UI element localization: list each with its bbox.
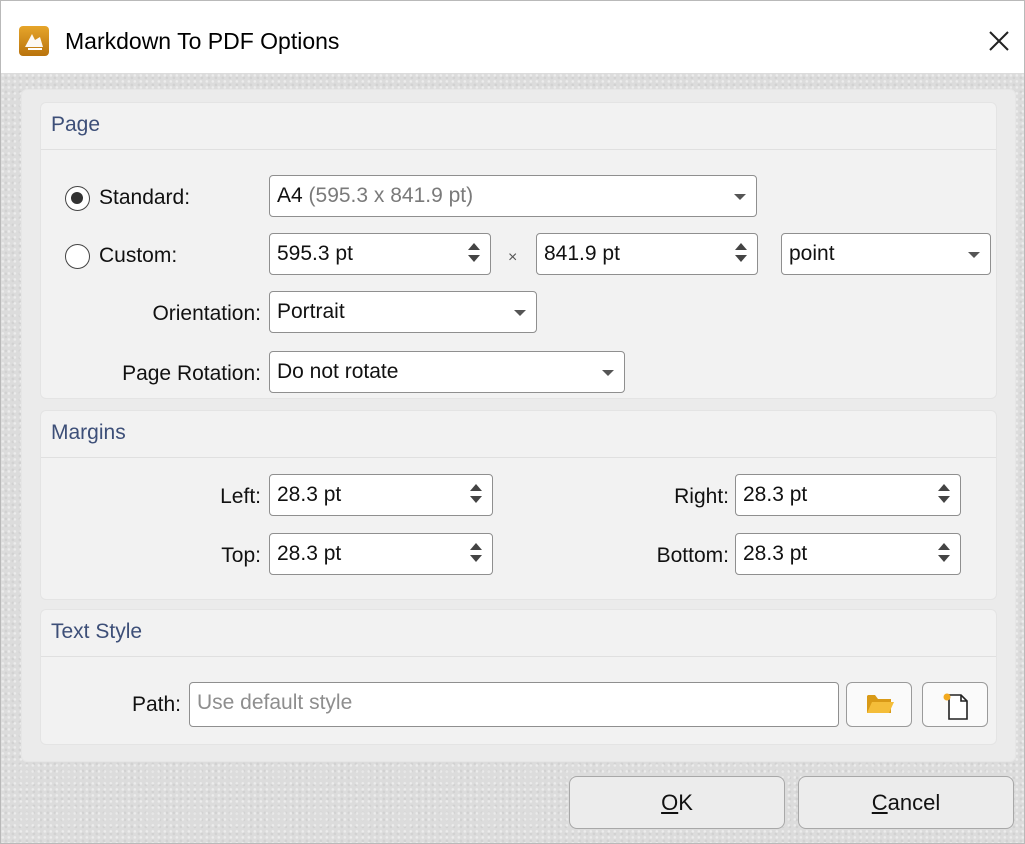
window-title: Markdown To PDF Options	[65, 28, 340, 54]
cancel-mnemonic: C	[871, 789, 888, 815]
dialog-body: Page Standard: A4 (595.3 x 841.9 pt) Cus…	[1, 73, 1024, 843]
style-path-placeholder: Use default style	[197, 691, 353, 714]
left-margin-value: 28.3 pt	[277, 483, 342, 506]
times-sign: ×	[508, 249, 518, 266]
text-style-group: Text Style Path: Use default style	[40, 609, 997, 745]
height-spinner-icon[interactable]	[735, 243, 747, 265]
markdown-to-pdf-options-dialog: Markdown To PDF Options Page Standard: A…	[0, 0, 1025, 844]
chevron-down-icon	[514, 310, 526, 316]
bottom-margin-label: Bottom:	[656, 544, 729, 567]
right-margin-label: Right:	[674, 485, 729, 508]
pdf-editor-app-icon	[19, 26, 49, 56]
standard-size-dropdown[interactable]: A4 (595.3 x 841.9 pt)	[269, 175, 757, 217]
chevron-down-icon	[734, 194, 746, 200]
left-margin-spinner-icon[interactable]	[470, 484, 482, 506]
right-margin-value: 28.3 pt	[743, 483, 808, 506]
standard-size-value: A4	[277, 184, 303, 207]
bottom-margin-value: 28.3 pt	[743, 542, 808, 565]
top-margin-input[interactable]: 28.3 pt	[269, 533, 493, 575]
cancel-button[interactable]: Cancel	[798, 776, 1014, 829]
custom-width-input[interactable]: 595.3 pt	[269, 233, 491, 275]
unit-value: point	[789, 242, 835, 265]
ok-button[interactable]: OK	[569, 776, 785, 829]
left-margin-input[interactable]: 28.3 pt	[269, 474, 493, 516]
custom-label[interactable]: Custom:	[99, 244, 177, 268]
width-spinner-icon[interactable]	[468, 243, 480, 265]
top-margin-value: 28.3 pt	[277, 542, 342, 565]
ok-mnemonic: O	[661, 789, 679, 815]
page-rotation-dropdown[interactable]: Do not rotate	[269, 351, 625, 393]
browse-style-button[interactable]	[846, 682, 912, 727]
text-style-group-title: Text Style	[51, 620, 143, 643]
unit-dropdown[interactable]: point	[781, 233, 991, 275]
custom-height-input[interactable]: 841.9 pt	[536, 233, 758, 275]
bottom-margin-input[interactable]: 28.3 pt	[735, 533, 961, 575]
style-path-input[interactable]: Use default style	[189, 682, 839, 727]
options-panel: Page Standard: A4 (595.3 x 841.9 pt) Cus…	[21, 89, 1016, 762]
orientation-value: Portrait	[277, 300, 345, 323]
path-label: Path:	[131, 693, 181, 716]
margins-group: Margins Left: 28.3 pt Right: 28.3 pt Top…	[40, 410, 997, 600]
new-style-button[interactable]	[922, 682, 988, 727]
close-icon	[989, 31, 1009, 51]
chevron-down-icon	[968, 252, 980, 258]
top-margin-spinner-icon[interactable]	[470, 543, 482, 565]
left-margin-label: Left:	[220, 485, 261, 508]
page-group: Page Standard: A4 (595.3 x 841.9 pt) Cus…	[40, 102, 997, 399]
page-rotation-value: Do not rotate	[277, 360, 399, 383]
title-bar: Markdown To PDF Options	[1, 1, 1024, 73]
new-file-icon	[943, 693, 968, 720]
standard-label[interactable]: Standard:	[99, 186, 190, 210]
standard-radio[interactable]	[65, 186, 90, 211]
page-rotation-label: Page Rotation:	[122, 362, 261, 385]
right-margin-input[interactable]: 28.3 pt	[735, 474, 961, 516]
custom-height-value: 841.9 pt	[544, 242, 620, 265]
bottom-margin-spinner-icon[interactable]	[938, 543, 950, 565]
custom-radio[interactable]	[65, 244, 90, 269]
custom-width-value: 595.3 pt	[277, 242, 353, 265]
ok-label-rest: K	[678, 789, 693, 815]
folder-open-icon	[867, 695, 894, 713]
standard-size-detail: (595.3 x 841.9 pt)	[308, 184, 474, 207]
right-margin-spinner-icon[interactable]	[938, 484, 950, 506]
chevron-down-icon	[602, 370, 614, 376]
cancel-label-rest: ancel	[887, 789, 941, 815]
margins-group-title: Margins	[51, 421, 126, 444]
orientation-dropdown[interactable]: Portrait	[269, 291, 537, 333]
close-button[interactable]	[973, 15, 1024, 67]
orientation-label: Orientation:	[152, 302, 261, 325]
page-group-title: Page	[51, 113, 101, 136]
top-margin-label: Top:	[221, 544, 261, 567]
